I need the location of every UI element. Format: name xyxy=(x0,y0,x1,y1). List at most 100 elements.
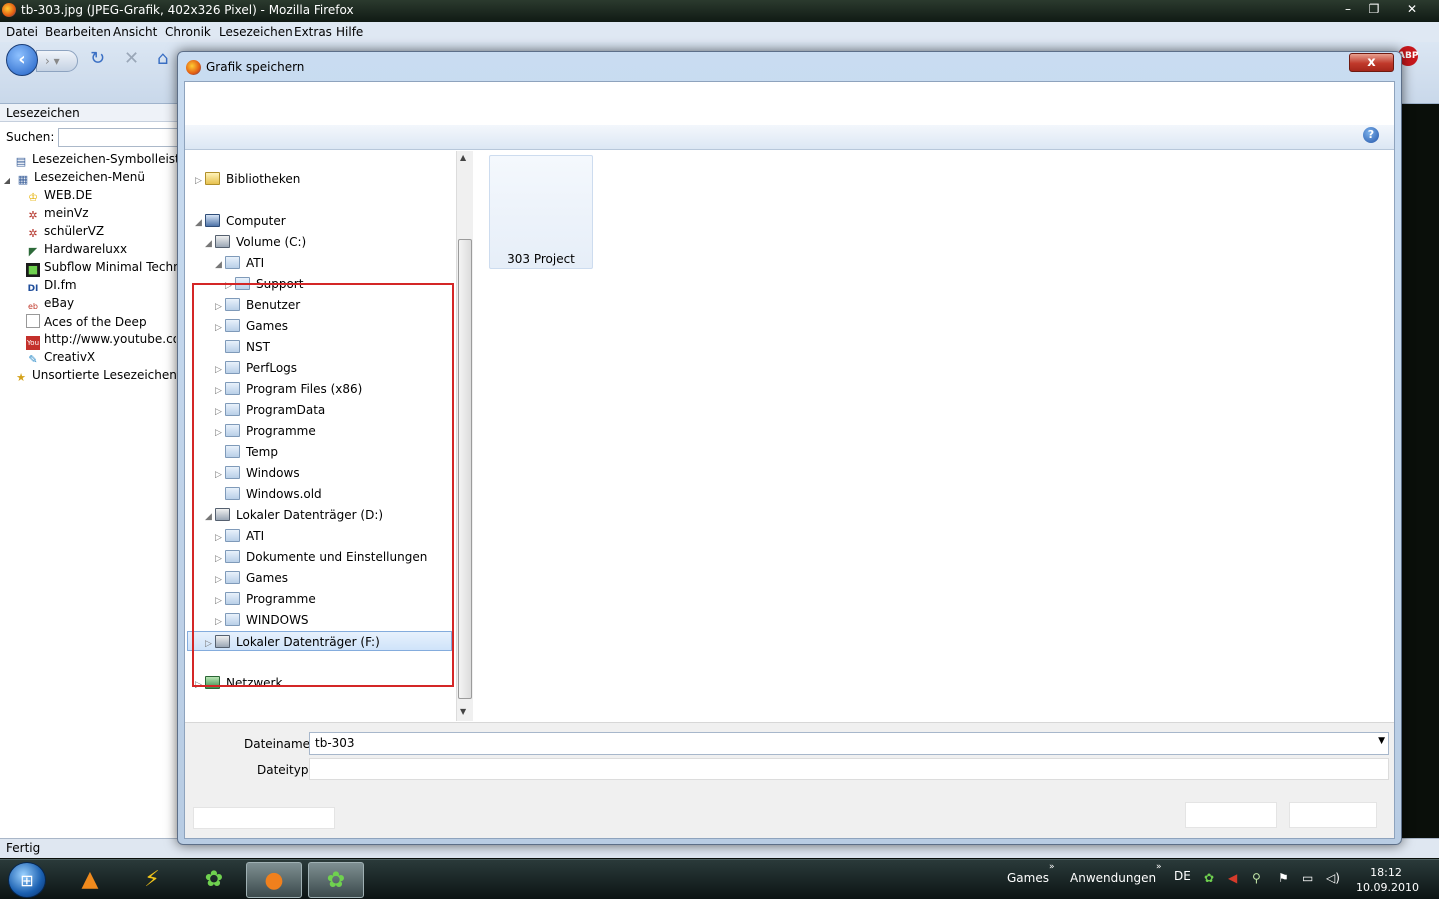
bookmark-item[interactable]: ♔ WEB.DE xyxy=(26,188,92,206)
bookmark-item[interactable]: DI DI.fm xyxy=(26,278,77,296)
menu-hilfe[interactable]: Hilfe xyxy=(336,25,363,39)
computer-icon xyxy=(205,214,220,227)
tree-item-computer[interactable]: ◢ Computer xyxy=(195,211,286,231)
search-input[interactable] xyxy=(58,128,178,147)
bookmark-item[interactable]: ✎ CreativX xyxy=(26,350,95,368)
library-icon xyxy=(205,172,220,185)
difm-icon: DI xyxy=(27,284,39,294)
home-icon[interactable]: ⌂ xyxy=(157,48,168,69)
feather-icon: ✎ xyxy=(28,353,38,366)
browse-folders-button[interactable] xyxy=(193,807,335,829)
expand-arrow-icon: ▷ xyxy=(195,176,202,186)
help-icon[interactable]: ? xyxy=(1363,127,1379,143)
collapse-arrow-icon: ◢ xyxy=(215,260,222,270)
icq-window-icon[interactable]: ✿ xyxy=(308,862,364,898)
menu-folder-icon: ▦ xyxy=(17,173,29,186)
cancel-button[interactable] xyxy=(1289,802,1377,828)
bookmark-item[interactable]: ✲ schülerVZ xyxy=(26,224,104,242)
ebay-icon: eb xyxy=(28,302,38,311)
toolbar-games[interactable]: Games xyxy=(1007,871,1049,885)
stop-icon[interactable]: ✕ xyxy=(124,48,139,69)
tree-scrollbar[interactable]: ▲ ▼ xyxy=(456,151,473,721)
scroll-down-icon[interactable]: ▼ xyxy=(460,707,466,716)
window-titlebar: tb-303.jpg (JPEG-Grafik, 402x326 Pixel) … xyxy=(0,0,1439,22)
filename-field[interactable]: tb-303 ▼ xyxy=(309,732,1389,755)
usb-icon[interactable]: ⚲ xyxy=(1252,871,1261,885)
menu-chronik[interactable]: Chronik xyxy=(165,25,211,39)
chevron-down-icon[interactable]: ▼ xyxy=(1378,736,1385,746)
bookmark-item[interactable]: ✲ meinVz xyxy=(26,206,88,224)
menu-lesezeichen[interactable]: Lesezeichen xyxy=(219,25,293,39)
clock-date: 10.09.2010 xyxy=(1356,881,1419,894)
taskbar: ⊞ ▲ ⚡ ✿ ● ✿ Games » Anwendungen » DE ✿ ◀… xyxy=(0,859,1439,899)
language-indicator[interactable]: DE xyxy=(1174,869,1191,883)
forward-button[interactable]: › ▾ xyxy=(36,50,78,72)
file-list: 303 Project xyxy=(475,151,1394,721)
bookmark-item[interactable]: Aces of the Deep xyxy=(26,314,147,332)
bookmark-item[interactable]: ■ Subflow Minimal Techno xyxy=(26,260,188,278)
sidebar-header: Lesezeichen xyxy=(0,104,178,122)
clock[interactable]: 18:12 10.09.2010 xyxy=(1356,865,1419,895)
winamp-icon[interactable]: ⚡ xyxy=(124,862,180,898)
maximize-button[interactable]: ❐ xyxy=(1363,0,1385,18)
dialog-body: ? ▷ Bibliotheken ◢ Computer ◢ Volume (C:) ◢… xyxy=(184,81,1395,839)
network-tray-icon[interactable]: ▭ xyxy=(1302,871,1313,885)
search-label: Suchen: xyxy=(6,130,55,144)
vlc-icon[interactable]: ▲ xyxy=(62,862,118,898)
menubar: Datei Bearbeiten Ansicht Chronik Lesezei… xyxy=(0,22,1439,42)
bookmark-item[interactable]: ★ Unsortierte Lesezeichen xyxy=(14,368,177,386)
menu-extras[interactable]: Extras xyxy=(294,25,332,39)
window-title: tb-303.jpg (JPEG-Grafik, 402x326 Pixel) … xyxy=(21,3,354,17)
save-button[interactable] xyxy=(1185,802,1277,828)
filename-value: tb-303 xyxy=(315,736,355,750)
menu-bearbeiten[interactable]: Bearbeiten xyxy=(45,25,111,39)
reload-icon[interactable]: ↻ xyxy=(90,48,105,69)
tree-item-bibliotheken[interactable]: ▷ Bibliotheken xyxy=(195,169,300,189)
folder-tile-label: 303 Project xyxy=(507,252,575,266)
bookmark-item[interactable]: eb eBay xyxy=(26,296,74,314)
bookmark-item[interactable]: Youhttp://www.youtube.com xyxy=(26,332,176,350)
gear-icon: ✲ xyxy=(28,227,38,240)
firefox-taskbar-icon[interactable]: ● xyxy=(246,862,302,898)
start-button[interactable]: ⊞ xyxy=(8,862,46,898)
drive-icon xyxy=(215,235,230,248)
back-button[interactable]: ‹ xyxy=(6,44,38,76)
firefox-icon xyxy=(2,3,16,17)
save-image-dialog: Grafik speichern x ? ▷ Bibliotheken ◢ Comp… xyxy=(177,51,1402,845)
bookmark-item[interactable]: ◢ ▦ Lesezeichen-Menü xyxy=(2,170,145,188)
tree-item-drive-c[interactable]: ◢ Volume (C:) xyxy=(205,232,306,252)
icq-icon[interactable]: ✿ xyxy=(186,862,242,898)
dialog-close-button[interactable]: x xyxy=(1349,53,1394,72)
flag-icon[interactable]: ⚑ xyxy=(1278,871,1289,885)
bookmarks-sidebar: Lesezeichen Suchen: ▤ Lesezeichen-Symboll… xyxy=(0,104,188,838)
highlight-box xyxy=(192,283,454,687)
gear-icon: ✲ xyxy=(28,209,38,222)
collapse-arrow-icon: ◢ xyxy=(195,218,202,228)
bookmark-item[interactable]: ◤ Hardwareluxx xyxy=(26,242,127,260)
folder-tile[interactable]: 303 Project xyxy=(489,155,593,269)
chevron-icon[interactable]: » xyxy=(1049,862,1055,872)
minimize-button[interactable]: – xyxy=(1337,0,1359,18)
scroll-up-icon[interactable]: ▲ xyxy=(460,153,466,162)
filetype-select[interactable] xyxy=(309,758,1389,780)
collapse-arrow-icon: ◢ xyxy=(205,239,212,249)
folder-icon xyxy=(225,256,240,269)
webde-icon: ♔ xyxy=(28,191,38,204)
sidebar-title: Lesezeichen xyxy=(6,106,80,120)
filetype-label: Dateityp: xyxy=(257,763,313,777)
menu-ansicht[interactable]: Ansicht xyxy=(113,25,157,39)
chevron-icon[interactable]: » xyxy=(1156,862,1162,872)
scroll-thumb[interactable] xyxy=(458,239,472,699)
bookmark-item[interactable]: ▤ Lesezeichen-Symbolleiste xyxy=(14,152,187,170)
icq-tray-icon[interactable]: ✿ xyxy=(1204,871,1214,885)
speaker-mute-icon[interactable]: ◀ xyxy=(1228,871,1237,885)
menu-datei[interactable]: Datei xyxy=(6,25,38,39)
subflow-icon: ■ xyxy=(26,263,40,277)
clock-time: 18:12 xyxy=(1370,866,1402,879)
unsorted-folder-icon: ★ xyxy=(16,371,26,384)
dialog-title: Grafik speichern xyxy=(206,60,305,74)
tree-item-folder[interactable]: ◢ ATI xyxy=(215,253,264,273)
toolbar-anwendungen[interactable]: Anwendungen xyxy=(1070,871,1156,885)
window-close-button[interactable]: ✕ xyxy=(1400,0,1424,18)
volume-icon[interactable]: ◁) xyxy=(1326,871,1340,885)
